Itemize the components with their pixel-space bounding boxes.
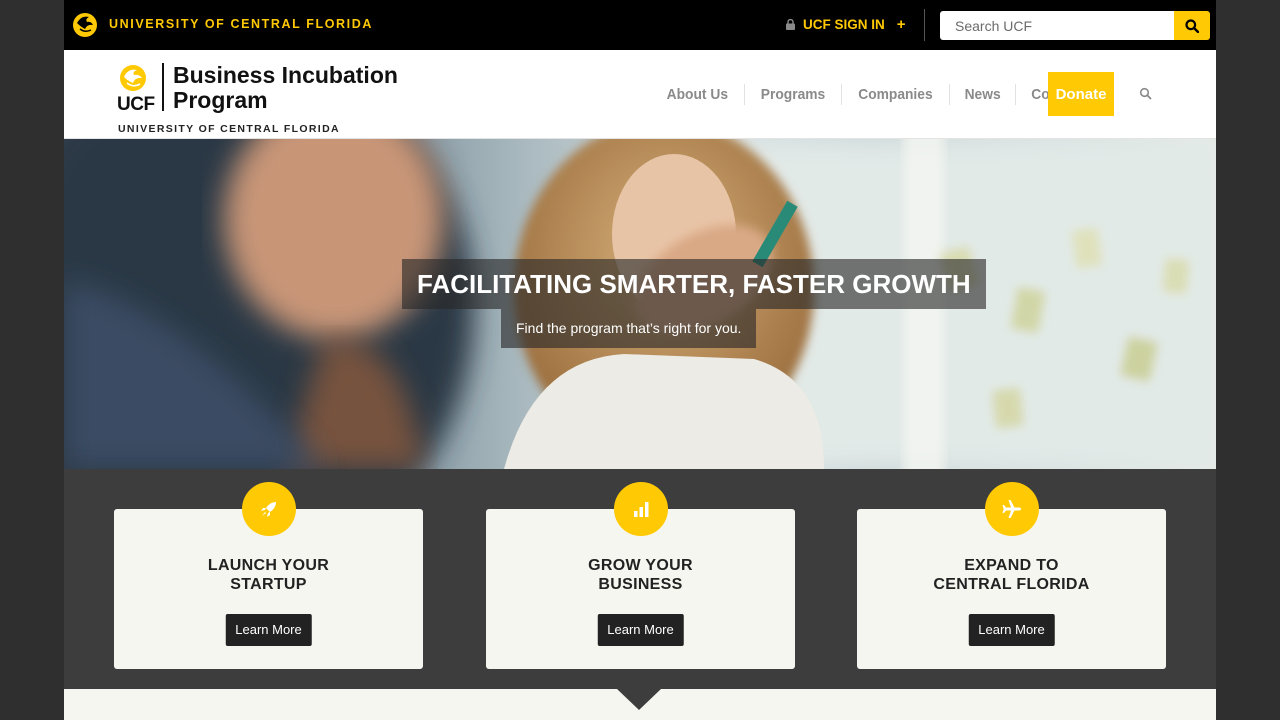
ucf-search-input[interactable] bbox=[940, 11, 1174, 40]
nav-separator bbox=[1014, 83, 1016, 105]
nav-about-us[interactable]: About Us bbox=[655, 72, 740, 116]
section-arrow-icon bbox=[617, 689, 661, 710]
rocket-icon bbox=[241, 482, 296, 536]
hero-subtitle: Find the program that’s right for you. bbox=[501, 309, 757, 348]
main-nav: About Us Programs Companies News Contact bbox=[651, 72, 1098, 116]
ucf-search-button[interactable] bbox=[1174, 11, 1210, 40]
site-logo[interactable]: UCF Business Incubation Program UNIVERSI… bbox=[117, 61, 423, 136]
hero-banner: FACILITATING SMARTER, FASTER GROWTH Find… bbox=[64, 139, 1216, 469]
feature-title: GROW YOUR BUSINESS bbox=[486, 556, 795, 594]
learn-more-button[interactable]: Learn More bbox=[968, 614, 1055, 646]
lock-icon bbox=[786, 19, 795, 30]
nav-separator bbox=[948, 83, 950, 105]
site-header: UCF Business Incubation Program UNIVERSI… bbox=[64, 50, 1216, 139]
signin-label: SIGN IN bbox=[834, 17, 885, 32]
plus-icon: + bbox=[896, 16, 906, 33]
feature-title-line1: EXPAND TO bbox=[964, 557, 1059, 574]
airplane-icon bbox=[984, 482, 1039, 536]
ucf-home-link[interactable]: UNIVERSITY OF CENTRAL FLORIDA bbox=[71, 9, 373, 39]
learn-more-button[interactable]: Learn More bbox=[597, 614, 684, 646]
hero-title: FACILITATING SMARTER, FASTER GROWTH bbox=[402, 259, 986, 309]
feature-title-line2: BUSINESS bbox=[598, 576, 683, 593]
nav-separator bbox=[840, 83, 842, 105]
ucf-global-header: UNIVERSITY OF CENTRAL FLORIDA UCF SIGN I… bbox=[64, 0, 1216, 50]
logo-title: Business Incubation Program bbox=[173, 62, 398, 113]
header-divider bbox=[924, 9, 925, 41]
nav-news[interactable]: News bbox=[952, 72, 1012, 116]
feature-card-expand: EXPAND TO CENTRAL FLORIDA Learn More bbox=[857, 482, 1166, 669]
feature-card-grow: GROW YOUR BUSINESS Learn More bbox=[486, 482, 795, 669]
logo-divider bbox=[162, 63, 164, 111]
feature-title: EXPAND TO CENTRAL FLORIDA bbox=[857, 556, 1166, 594]
nav-programs[interactable]: Programs bbox=[749, 72, 837, 116]
signin-prefix: UCF bbox=[803, 17, 831, 32]
pegasus-logo-icon bbox=[120, 65, 146, 91]
next-section bbox=[64, 689, 1216, 720]
pegasus-logo-icon bbox=[73, 13, 97, 37]
feature-title-line2: CENTRAL FLORIDA bbox=[933, 576, 1090, 593]
bar-chart-icon bbox=[613, 482, 668, 536]
feature-title: LAUNCH YOUR STARTUP bbox=[114, 556, 423, 594]
feature-section: LAUNCH YOUR STARTUP Learn More GROW YOUR… bbox=[64, 469, 1216, 689]
feature-title-line2: STARTUP bbox=[230, 576, 307, 593]
logo-ucf-text: UCF bbox=[117, 94, 155, 115]
feature-card-launch: LAUNCH YOUR STARTUP Learn More bbox=[114, 482, 423, 669]
search-icon bbox=[1185, 18, 1199, 33]
nav-companies[interactable]: Companies bbox=[846, 72, 944, 116]
search-icon[interactable] bbox=[1139, 87, 1153, 101]
ucf-signin-link[interactable]: UCF SIGN IN + bbox=[786, 17, 906, 32]
feature-title-line1: LAUNCH YOUR bbox=[207, 557, 330, 574]
nav-separator bbox=[743, 83, 745, 105]
learn-more-button[interactable]: Learn More bbox=[225, 614, 312, 646]
ucf-wordmark: UNIVERSITY OF CENTRAL FLORIDA bbox=[109, 17, 374, 31]
logo-subtitle: UNIVERSITY OF CENTRAL FLORIDA bbox=[118, 123, 340, 135]
nav-donate-button[interactable]: Donate bbox=[1048, 72, 1114, 116]
feature-title-line1: GROW YOUR bbox=[588, 557, 693, 574]
